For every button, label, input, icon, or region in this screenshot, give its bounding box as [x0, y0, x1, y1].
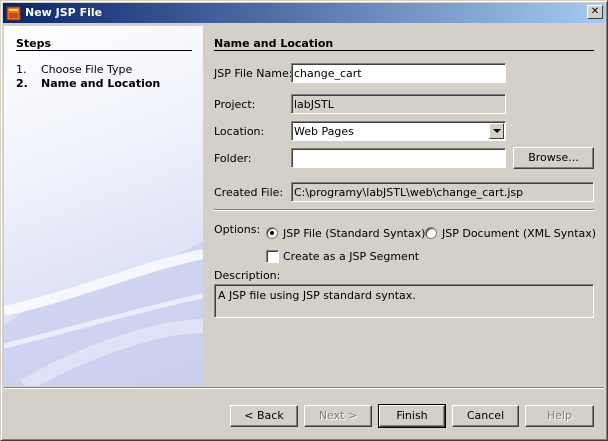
step-label: Name and Location [41, 77, 161, 90]
project-field: labJSTL [291, 94, 506, 114]
jsp-segment-checkbox[interactable] [266, 250, 279, 263]
steps-panel: Steps 1. Choose File Type 2. Name and Lo… [4, 26, 203, 386]
created-file-field: C:\programy\labJSTL\web\change_cart.jsp [291, 182, 594, 202]
location-label: Location: [214, 125, 265, 138]
radio-selected-dot [270, 231, 274, 235]
title-bar[interactable]: New JSP File ✕ [3, 3, 605, 23]
jsp-file-icon [6, 5, 22, 21]
created-file-label: Created File: [214, 186, 284, 199]
jsp-file-name-input[interactable]: change_cart [291, 63, 506, 83]
close-icon[interactable]: ✕ [587, 5, 603, 19]
folder-input[interactable] [291, 148, 506, 168]
steps-heading: Steps [16, 37, 52, 50]
location-select[interactable]: Web Pages [291, 121, 506, 141]
description-label: Description: [214, 269, 281, 282]
window-title: New JSP File [25, 6, 103, 19]
jsp-xml-syntax-label[interactable]: JSP Document (XML Syntax) [442, 227, 596, 240]
jsp-segment-label[interactable]: Create as a JSP Segment [283, 250, 419, 263]
new-jsp-file-dialog: New JSP File ✕ Steps 1. Choose File Type… [0, 0, 608, 441]
help-button[interactable]: Help [525, 405, 594, 427]
next-button[interactable]: Next > [304, 405, 372, 427]
jsp-standard-syntax-radio[interactable] [266, 227, 278, 239]
steps-divider [16, 50, 192, 51]
jsp-standard-syntax-label[interactable]: JSP File (Standard Syntax) [283, 227, 425, 240]
step-number: 1. [16, 63, 27, 76]
options-label: Options: [214, 223, 261, 236]
options-separator [214, 209, 594, 211]
folder-label: Folder: [214, 152, 252, 165]
cancel-button[interactable]: Cancel [452, 405, 519, 427]
project-label: Project: [214, 98, 256, 111]
finish-button[interactable]: Finish [378, 404, 446, 428]
browse-button[interactable]: Browse... [513, 147, 594, 169]
description-text: A JSP file using JSP standard syntax. [214, 284, 594, 318]
title-divider [214, 50, 594, 51]
jsp-xml-syntax-radio[interactable] [425, 227, 437, 239]
chevron-down-icon[interactable] [489, 123, 504, 139]
back-button[interactable]: < Back [230, 405, 298, 427]
jsp-file-name-label: JSP File Name: [214, 67, 293, 80]
footer-separator [4, 387, 604, 389]
step-number: 2. [16, 77, 28, 90]
location-selected-value: Web Pages [294, 125, 354, 138]
page-title: Name and Location [214, 37, 334, 50]
step-label: Choose File Type [41, 63, 133, 76]
